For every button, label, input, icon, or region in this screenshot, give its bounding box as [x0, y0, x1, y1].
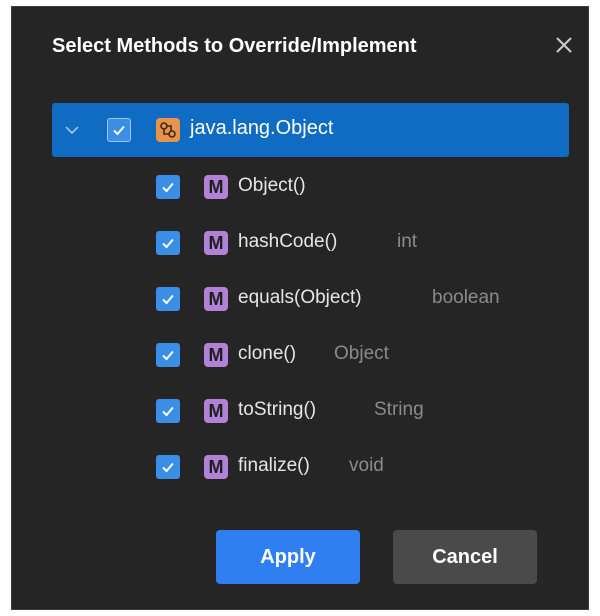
checkmark-icon — [162, 350, 174, 361]
cancel-button[interactable]: Cancel — [393, 530, 537, 584]
method-name: toString() — [238, 399, 317, 420]
override-methods-dialog: Select Methods to Override/Implement jav… — [11, 6, 589, 610]
apply-button[interactable]: Apply — [216, 530, 360, 584]
root-checkbox[interactable] — [107, 118, 131, 142]
method-checkbox[interactable] — [156, 231, 180, 255]
method-row-clone[interactable]: M clone() Object — [52, 328, 569, 382]
checkmark-icon — [162, 294, 174, 305]
checkmark-icon — [113, 125, 125, 136]
method-name: Object() — [238, 175, 306, 196]
checkmark-icon — [162, 182, 174, 193]
method-return-type: String — [374, 399, 424, 420]
method-icon: M — [204, 343, 228, 367]
checkmark-icon — [162, 406, 174, 417]
method-checkbox[interactable] — [156, 287, 180, 311]
method-return-type: void — [349, 455, 384, 476]
chevron-down-icon[interactable] — [62, 120, 82, 140]
method-name: hashCode() — [238, 231, 338, 252]
method-icon: M — [204, 231, 228, 255]
close-button[interactable] — [550, 31, 578, 59]
method-return-type: int — [397, 231, 418, 252]
method-name: clone() — [238, 343, 297, 364]
method-return-type: boolean — [432, 287, 500, 308]
methods-tree: java.lang.Object M Object() M hashCode()… — [52, 103, 569, 503]
method-checkbox[interactable] — [156, 175, 180, 199]
class-icon — [156, 118, 180, 142]
method-row-finalize[interactable]: M finalize() void — [52, 440, 569, 494]
method-return-type: Object — [334, 343, 389, 364]
method-icon: M — [204, 287, 228, 311]
method-name: equals(Object) — [238, 287, 362, 308]
method-icon: M — [204, 455, 228, 479]
checkmark-icon — [162, 238, 174, 249]
root-label: java.lang.Object — [190, 117, 334, 139]
method-row-object[interactable]: M Object() — [52, 160, 569, 214]
method-name: finalize() — [238, 455, 310, 476]
method-checkbox[interactable] — [156, 399, 180, 423]
method-icon: M — [204, 399, 228, 423]
method-icon: M — [204, 175, 228, 199]
method-row-tostring[interactable]: M toString() String — [52, 384, 569, 438]
method-checkbox[interactable] — [156, 343, 180, 367]
close-icon — [556, 37, 572, 53]
dialog-title: Select Methods to Override/Implement — [52, 35, 417, 57]
checkmark-icon — [162, 462, 174, 473]
tree-root-row[interactable]: java.lang.Object — [52, 103, 569, 157]
method-checkbox[interactable] — [156, 455, 180, 479]
method-row-hashcode[interactable]: M hashCode() int — [52, 216, 569, 270]
method-row-equals[interactable]: M equals(Object) boolean — [52, 272, 569, 326]
